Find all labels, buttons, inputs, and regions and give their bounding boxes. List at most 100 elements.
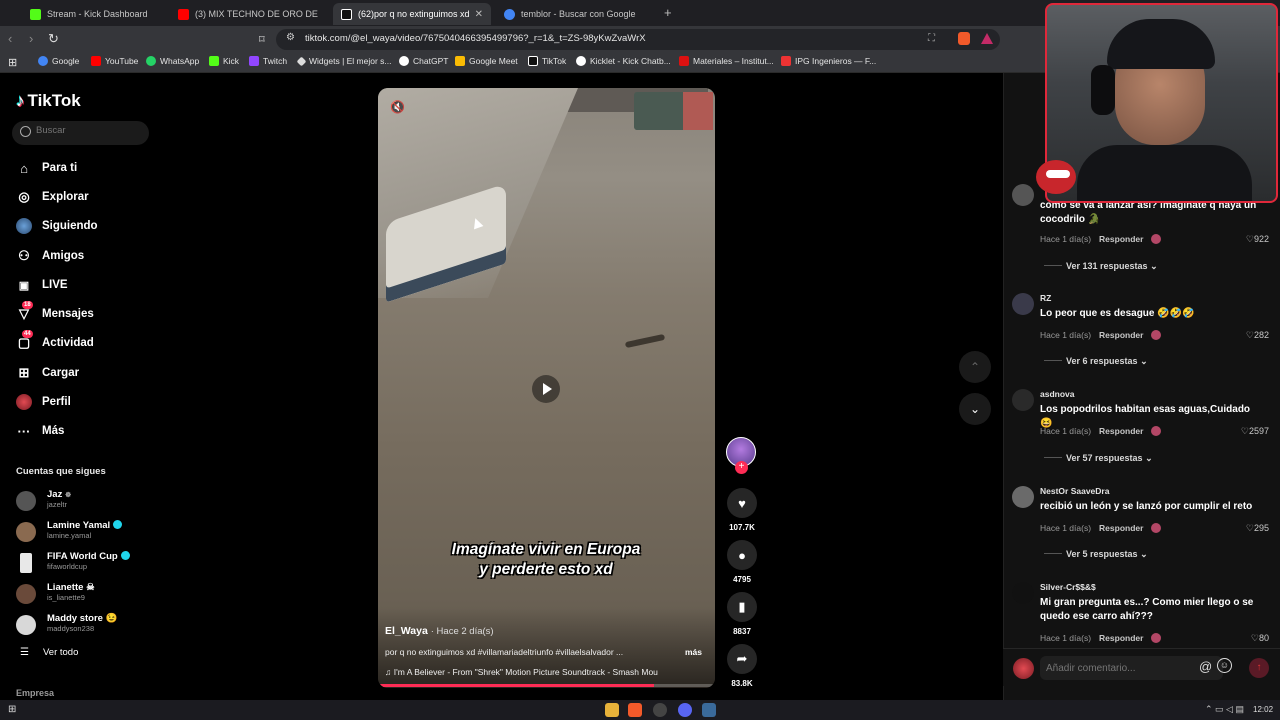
bookmark-icon[interactable]: ⌑	[259, 33, 265, 46]
follow-plus-icon[interactable]: +	[735, 461, 748, 474]
browser-tab-kick[interactable]: Stream - Kick Dashboard	[22, 3, 172, 25]
nav-siguiendo[interactable]: Siguiendo	[16, 215, 146, 237]
save-action[interactable]: ▮ 8837	[727, 592, 757, 636]
previous-video-button[interactable]: ⌃	[959, 351, 991, 383]
emoji-icon[interactable]: ☺	[1217, 658, 1232, 673]
comment-input[interactable]	[1040, 656, 1223, 680]
comment-likes[interactable]: ♡80	[1251, 633, 1269, 644]
back-arrow-icon[interactable]: ‹	[8, 31, 12, 46]
see-all-link[interactable]: ☰ Ver todo	[20, 647, 78, 658]
commenter-name[interactable]: NestOr SaaveDra	[1040, 486, 1109, 496]
reply-button[interactable]: Responder	[1099, 633, 1143, 643]
nav-amigos[interactable]: ⚇ Amigos	[16, 245, 146, 267]
browser-tab-google[interactable]: temblor - Buscar con Google	[496, 3, 656, 25]
share-arrow-icon[interactable]: ➦	[727, 644, 757, 674]
nav-cargar[interactable]: ⊞ Cargar	[16, 362, 146, 384]
commenter-avatar[interactable]	[1012, 486, 1034, 508]
taskbar-clock[interactable]: 12:02	[1253, 705, 1273, 714]
rewards-icon[interactable]	[981, 33, 993, 44]
bookmark-save-icon[interactable]: ▮	[727, 592, 757, 622]
url-field[interactable]: ⚙ tiktok.com/@el_waya/video/767504046639…	[276, 29, 1000, 50]
file-explorer-icon[interactable]	[605, 703, 619, 717]
commenter-avatar[interactable]	[1012, 184, 1034, 206]
apps-grid-icon[interactable]: ⊞	[8, 56, 17, 69]
share-action[interactable]: ➦ 83.8K	[727, 644, 757, 688]
view-replies-button[interactable]: Ver 6 respuestas ⌄	[1044, 356, 1148, 367]
followed-account-fifa[interactable]: FIFA World Cup fifaworldcup	[16, 551, 156, 577]
commenter-avatar[interactable]	[1012, 582, 1034, 604]
view-replies-button[interactable]: Ver 5 respuestas ⌄	[1044, 549, 1148, 560]
translate-icon[interactable]: ⛶	[928, 33, 935, 44]
browser-tab-youtube[interactable]: (3) MIX TECHNO DE ORO DE 80's &	[170, 3, 320, 25]
followed-account-jaz[interactable]: Jaz ☸ jazeltr	[16, 489, 156, 515]
comment-likes[interactable]: ♡2597	[1241, 426, 1269, 437]
like-action[interactable]: ♥ 107.7K	[727, 488, 757, 532]
video-progress-bar[interactable]	[378, 684, 715, 687]
nav-mensajes[interactable]: ▽ 18 Mensajes	[16, 301, 146, 325]
next-video-button[interactable]: ⌄	[959, 393, 991, 425]
bookmark-ipg[interactable]: IPG Ingenieros — F...	[781, 56, 876, 66]
windows-start-icon[interactable]: ⊞	[8, 704, 16, 715]
forward-arrow-icon[interactable]: ›	[29, 31, 33, 46]
commenter-name[interactable]: asdnova	[1040, 389, 1075, 399]
bookmark-widgets[interactable]: Widgets | El mejor s...	[296, 56, 392, 66]
play-button[interactable]	[532, 375, 560, 403]
nav-explorar[interactable]: ◎ Explorar	[16, 186, 146, 208]
bookmark-kicklet[interactable]: Kicklet - Kick Chatb...	[576, 56, 671, 66]
more-link[interactable]: más	[685, 647, 702, 657]
comment-bubble-icon[interactable]: ●	[727, 540, 757, 570]
app-icon[interactable]	[702, 703, 716, 717]
nav-mas[interactable]: ··· Más	[16, 420, 146, 442]
comment-likes[interactable]: ♡295	[1246, 523, 1269, 534]
nav-para-ti[interactable]: ⌂ Para ti	[16, 157, 146, 179]
reply-button[interactable]: Responder	[1099, 234, 1143, 244]
comment-likes[interactable]: ♡922	[1246, 234, 1269, 245]
view-replies-button[interactable]: Ver 131 respuestas ⌄	[1044, 261, 1158, 272]
video-music[interactable]: ♫ I'm A Believer - From "Shrek" Motion P…	[385, 667, 708, 677]
heart-icon[interactable]: ♥	[727, 488, 757, 518]
nav-perfil[interactable]: Perfil	[16, 391, 146, 413]
discord-icon[interactable]	[678, 703, 692, 717]
bookmark-whatsapp[interactable]: WhatsApp	[146, 56, 199, 66]
commenter-name[interactable]: Silver-Cr$$&$	[1040, 582, 1096, 592]
commenter-name[interactable]: RZ	[1040, 293, 1051, 303]
mention-at-icon[interactable]: @	[1199, 659, 1212, 674]
comment-likes[interactable]: ♡282	[1246, 330, 1269, 341]
commenter-avatar[interactable]	[1012, 389, 1034, 411]
video-author[interactable]: El_Waya · Hace 2 día(s)	[385, 625, 494, 637]
bookmark-tiktok[interactable]: TikTok	[528, 56, 566, 66]
commenter-avatar[interactable]	[1012, 293, 1034, 315]
bookmark-twitch[interactable]: Twitch	[249, 56, 287, 66]
mute-icon[interactable]: 🔇	[390, 100, 405, 114]
system-tray-icons[interactable]: ⌃ ▭ ◁ ▤	[1205, 704, 1244, 715]
search-box[interactable]	[12, 121, 149, 145]
video-player[interactable]: 🔇 Imagínate vivir en Europa y perderte e…	[378, 88, 715, 688]
close-tab-icon[interactable]: ✕	[469, 9, 483, 20]
nav-live[interactable]: ▣ LIVE	[16, 274, 146, 296]
send-comment-button[interactable]: ↑	[1249, 658, 1269, 678]
comment-action[interactable]: ● 4795	[727, 540, 757, 584]
bookmark-chatgpt[interactable]: ChatGPT	[399, 56, 448, 66]
reply-button[interactable]: Responder	[1099, 523, 1143, 533]
company-link[interactable]: Empresa	[16, 688, 54, 698]
tiktok-logo[interactable]: ♪ TikTok	[16, 91, 81, 111]
bookmark-google-meet[interactable]: Google Meet	[455, 56, 518, 66]
followed-account-lianette[interactable]: Lianette ☠ is_lianette9	[16, 582, 156, 608]
bookmark-materiales[interactable]: Materiales – Institut...	[679, 56, 774, 66]
search-input[interactable]	[36, 125, 141, 136]
nav-actividad[interactable]: ▢ 44 Actividad	[16, 330, 146, 354]
new-tab-icon[interactable]: +	[664, 5, 672, 20]
site-info-icon[interactable]: ⚙	[286, 32, 295, 43]
bookmark-google[interactable]: Google	[38, 56, 79, 66]
reply-button[interactable]: Responder	[1099, 330, 1143, 340]
obs-icon[interactable]	[653, 703, 667, 717]
browser-tab-tiktok[interactable]: (62)por q no extinguimos xd #vill ✕	[333, 3, 491, 25]
followed-account-maddy-store[interactable]: Maddy store 😉 maddyson238	[16, 613, 156, 639]
followed-account-lamine-yamal[interactable]: Lamine Yamal lamine.yamal	[16, 520, 156, 546]
bookmark-kick[interactable]: Kick	[209, 56, 239, 66]
bookmark-youtube[interactable]: YouTube	[91, 56, 138, 66]
view-replies-button[interactable]: Ver 57 respuestas ⌄	[1044, 453, 1153, 464]
brave-shield-icon[interactable]	[958, 32, 970, 45]
brave-browser-icon[interactable]	[628, 703, 642, 717]
reply-button[interactable]: Responder	[1099, 426, 1143, 436]
